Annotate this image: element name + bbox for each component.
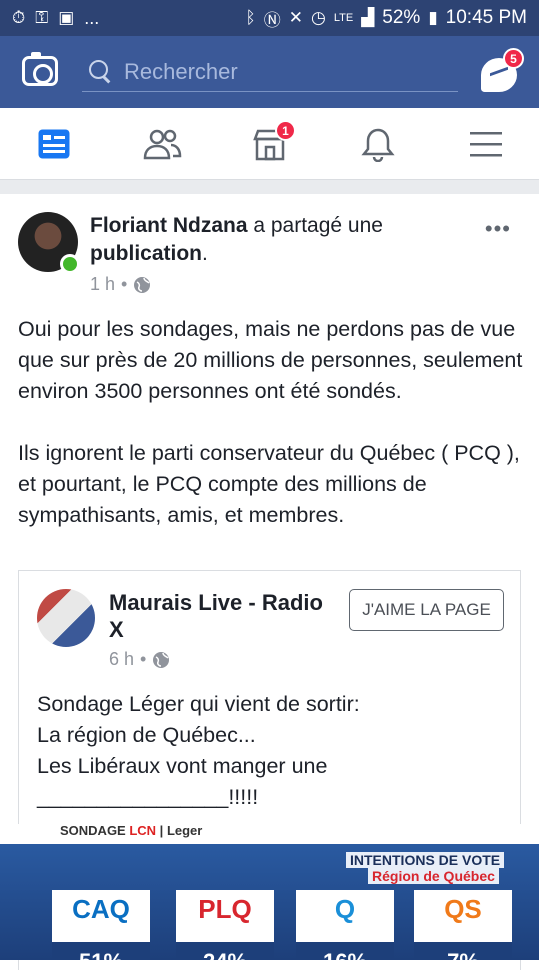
brand-leger: Leger [166, 824, 203, 838]
poll-region: Région de Québec [368, 868, 499, 884]
meta-separator: • [121, 274, 128, 294]
tab-marketplace[interactable] [240, 108, 300, 180]
friends-icon [143, 129, 182, 160]
meta-separator: • [140, 649, 147, 669]
tab-menu[interactable] [456, 108, 516, 180]
more-notifications: ... [84, 7, 100, 28]
marketplace-badge: 1 [275, 120, 296, 141]
plq-logo: PLQ [198, 894, 252, 924]
shared-publication-link[interactable]: publication [90, 242, 202, 265]
pq-percent: 16% [296, 942, 394, 960]
feed-divider [0, 180, 539, 194]
tab-friends[interactable] [132, 108, 192, 180]
party-card-pq: Q 16% [296, 890, 394, 960]
battery-icon: ▮ [428, 8, 438, 27]
action-suffix: . [202, 242, 208, 265]
post-options-icon[interactable]: ••• [485, 216, 511, 242]
qs-percent: 7% [414, 942, 512, 960]
camera-icon[interactable] [22, 52, 58, 86]
party-card-qs: QS 7% [414, 890, 512, 960]
plq-percent: 24% [176, 942, 274, 960]
post-time[interactable]: 1 h [90, 274, 115, 295]
brand-label: SONDAGE [60, 824, 130, 838]
mute-icon: ✕ [288, 8, 303, 27]
brand-lcn: LCN [129, 824, 157, 838]
key-icon: ⚿ [35, 8, 49, 27]
tab-news-feed[interactable] [24, 108, 84, 180]
alarm-icon: ⏱ [12, 8, 26, 27]
status-bar: ⏱ ⚿ ▣ ... ᛒ Ⓝ ✕ ◷ LTE ▟ 52% ▮ 10:45 PM [0, 0, 539, 36]
signal-icon: ▟ [361, 8, 375, 27]
clock-time: 10:45 PM [445, 7, 527, 28]
globe-icon [153, 651, 170, 668]
news-feed-icon [38, 129, 70, 159]
search-placeholder: Rechercher [124, 58, 238, 84]
tab-bar: 1 [0, 108, 539, 180]
page-avatar[interactable] [37, 589, 95, 647]
poll-image[interactable]: SONDAGE LCN | Leger INTENTIONS DE VOTE R… [0, 824, 539, 960]
party-card-caq: CAQ 51% [52, 890, 150, 960]
caq-percent: 51% [52, 942, 150, 960]
post-paragraph: Oui pour les sondages, mais ne perdons p… [18, 317, 523, 403]
search-input[interactable]: Rechercher [82, 52, 458, 92]
messenger-badge: 5 [503, 48, 524, 69]
online-status-indicator [60, 254, 80, 274]
pq-logo: Q [334, 894, 356, 924]
post-body: Oui pour les sondages, mais ne perdons p… [18, 314, 528, 531]
page-name[interactable]: Maurais Live - Radio X [109, 589, 339, 643]
shared-post-time[interactable]: 6 h [109, 649, 134, 670]
action-text: a partagé une [247, 214, 383, 237]
poll-heading: INTENTIONS DE VOTE [346, 852, 505, 868]
author-avatar[interactable] [18, 212, 80, 274]
party-card-plq: PLQ 24% [176, 890, 274, 960]
like-page-button[interactable]: J'AIME LA PAGE [349, 589, 504, 631]
author-name[interactable]: Floriant Ndzana [90, 214, 248, 237]
post-header: Floriant Ndzana a partagé une publicatio… [90, 212, 490, 268]
tab-notifications[interactable] [348, 108, 408, 180]
nfc-icon: Ⓝ [263, 10, 281, 30]
post-meta: 1 h • [90, 274, 151, 295]
shared-post-meta: 6 h • [109, 649, 170, 670]
globe-icon [134, 276, 151, 293]
app-header: Rechercher 5 [0, 36, 539, 108]
poll-brand: SONDAGE LCN | Leger [60, 824, 202, 838]
caq-logo: CAQ [72, 894, 130, 924]
search-icon [86, 57, 116, 87]
hamburger-menu-icon [470, 132, 502, 157]
bluetooth-icon: ᛒ [245, 8, 256, 27]
bag-icon: ▣ [58, 8, 75, 27]
battery-percent: 52% [382, 7, 421, 28]
bell-icon [361, 128, 395, 162]
qs-logo: QS [444, 894, 482, 924]
clock-icon: ◷ [311, 8, 326, 27]
post-paragraph: Ils ignorent le parti conservateur du Qu… [18, 441, 520, 527]
shared-post-text: Sondage Léger qui vient de sortir: La ré… [37, 692, 360, 809]
network-type: LTE [333, 12, 354, 24]
brand-separator: | [156, 824, 167, 838]
